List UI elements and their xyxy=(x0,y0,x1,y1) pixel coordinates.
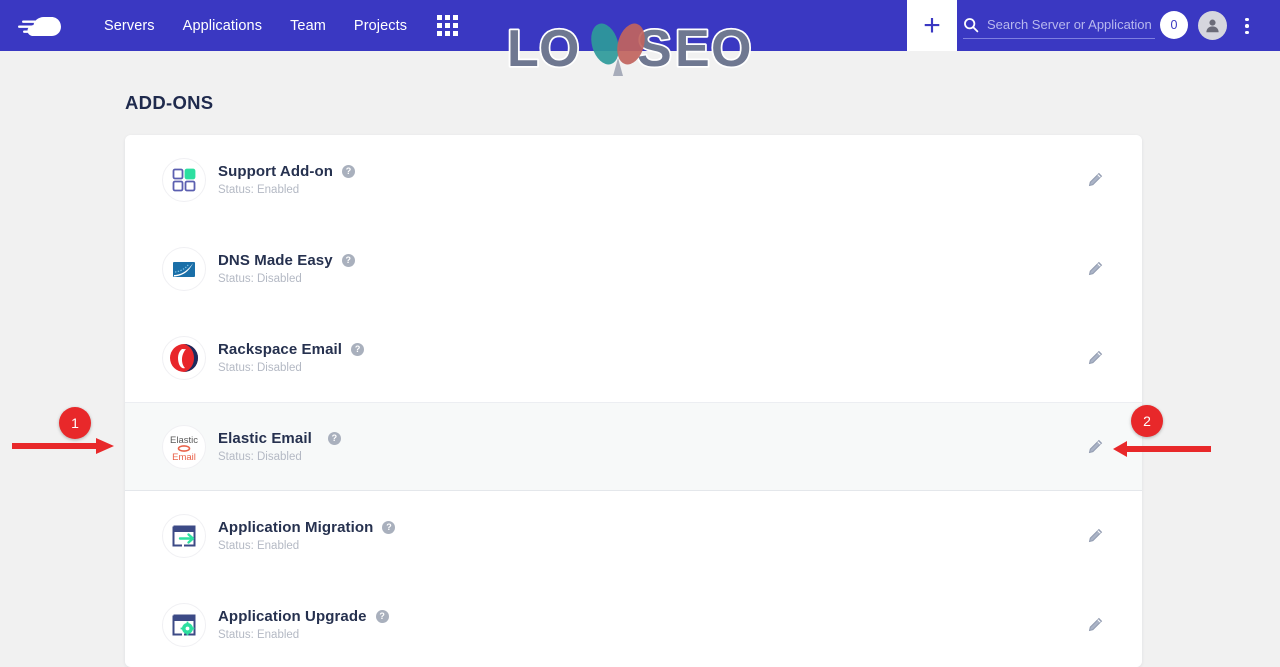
edit-pencil-icon[interactable] xyxy=(1084,258,1106,280)
addon-name: DNS Made Easy xyxy=(218,252,333,269)
user-avatar[interactable] xyxy=(1198,11,1227,40)
app-root: Servers Applications Team Projects + 0 xyxy=(0,0,1280,667)
elastic-email-edit-pencil[interactable] xyxy=(1084,436,1106,458)
addon-name: Application Migration xyxy=(218,519,374,536)
addon-text-block: Application Migration ? Status: Enabled xyxy=(218,519,1084,552)
nav-link-projects[interactable]: Projects xyxy=(354,18,407,34)
help-icon[interactable]: ? xyxy=(341,254,355,267)
top-navigation-bar: Servers Applications Team Projects + 0 xyxy=(0,0,1280,51)
elastic-email-icon: Elastic Email xyxy=(162,424,206,469)
addon-name-line: Rackspace Email ? xyxy=(218,341,1084,358)
help-icon[interactable]: ? xyxy=(327,432,341,445)
edit-pencil-icon[interactable] xyxy=(1084,525,1106,547)
addon-name-line: Application Upgrade ? xyxy=(218,608,1084,625)
addon-text-block: Support Add-on ? Status: Enabled xyxy=(218,163,1084,196)
notification-count-badge[interactable]: 0 xyxy=(1160,11,1188,39)
main-nav-links: Servers Applications Team Projects xyxy=(104,15,459,36)
svg-text:Elastic: Elastic xyxy=(170,435,198,446)
addon-status: Status: Disabled xyxy=(218,362,302,374)
search-bar[interactable] xyxy=(963,11,1155,39)
addon-row-application-migration[interactable]: Application Migration ? Status: Enabled xyxy=(125,491,1142,580)
addon-status: Status: Enabled xyxy=(218,540,300,552)
search-icon xyxy=(964,17,979,32)
page-title: ADD-ONS xyxy=(125,92,214,113)
addon-text-block: Application Upgrade ? Status: Enabled xyxy=(218,608,1084,641)
addon-text-block: Rackspace Email ? Status: Disabled xyxy=(218,341,1084,374)
addon-row-dns-made-easy[interactable]: DNS Made Easy ? Status: Disabled xyxy=(125,224,1142,313)
edit-pencil-icon[interactable] xyxy=(1084,169,1106,191)
help-icon[interactable]: ? xyxy=(341,165,355,178)
svg-text:Email: Email xyxy=(172,452,196,463)
addon-row-support-add-on[interactable]: Support Add-on ? Status: Enabled xyxy=(125,135,1142,224)
addon-row-rackspace-email[interactable]: Rackspace Email ? Status: Disabled xyxy=(125,313,1142,402)
help-icon[interactable]: ? xyxy=(375,610,389,623)
addon-name-line: Support Add-on ? xyxy=(218,163,1084,180)
addon-name: Elastic Email xyxy=(218,430,312,447)
addon-name: Rackspace Email xyxy=(218,341,343,358)
dns-made-easy-icon xyxy=(162,246,206,291)
addon-row-elastic-email[interactable]: Elastic Email Elastic Email ? Status: Di… xyxy=(125,402,1142,491)
search-input[interactable] xyxy=(987,17,1155,32)
annotation-badge-1: 1 xyxy=(59,407,91,439)
support-squares-icon xyxy=(162,157,206,202)
addon-name: Support Add-on xyxy=(218,163,333,180)
nav-link-team[interactable]: Team xyxy=(290,18,326,34)
annotation-badge-2: 2 xyxy=(1131,405,1163,437)
application-migration-icon xyxy=(162,513,206,558)
application-upgrade-icon xyxy=(162,602,206,647)
addon-status: Status: Disabled xyxy=(218,273,302,285)
edit-pencil-icon[interactable] xyxy=(1084,614,1106,636)
addon-name-line: Elastic Email ? xyxy=(218,430,1084,447)
help-icon[interactable]: ? xyxy=(351,343,365,356)
more-vertical-icon[interactable] xyxy=(1238,14,1256,38)
grid-apps-icon[interactable] xyxy=(437,15,459,36)
addon-name-line: DNS Made Easy ? xyxy=(218,252,1084,269)
plus-icon: + xyxy=(923,8,941,42)
add-new-button[interactable]: + xyxy=(907,0,957,51)
edit-pencil-icon[interactable] xyxy=(1084,347,1106,369)
addon-status: Status: Enabled xyxy=(218,184,300,196)
addon-text-block: DNS Made Easy ? Status: Disabled xyxy=(218,252,1084,285)
addon-name: Application Upgrade xyxy=(218,608,367,625)
annotation-arrow-1 xyxy=(12,438,114,454)
annotation-arrow-2 xyxy=(1113,441,1211,457)
addon-row-application-upgrade[interactable]: Application Upgrade ? Status: Enabled xyxy=(125,580,1142,667)
addon-name-line: Application Migration ? xyxy=(218,519,1084,536)
help-icon[interactable]: ? xyxy=(382,521,396,534)
addon-text-block: Elastic Email ? Status: Disabled xyxy=(218,430,1084,463)
addon-status: Status: Enabled xyxy=(218,629,300,641)
user-avatar-icon xyxy=(1206,19,1219,33)
rackspace-email-icon xyxy=(162,335,206,380)
addons-card: Support Add-on ? Status: Enabled DNS Mad… xyxy=(125,135,1142,667)
cloudways-cloud-logo-icon[interactable] xyxy=(18,11,78,41)
nav-link-servers[interactable]: Servers xyxy=(104,18,155,34)
nav-link-applications[interactable]: Applications xyxy=(183,18,262,34)
addon-status: Status: Disabled xyxy=(218,451,302,463)
